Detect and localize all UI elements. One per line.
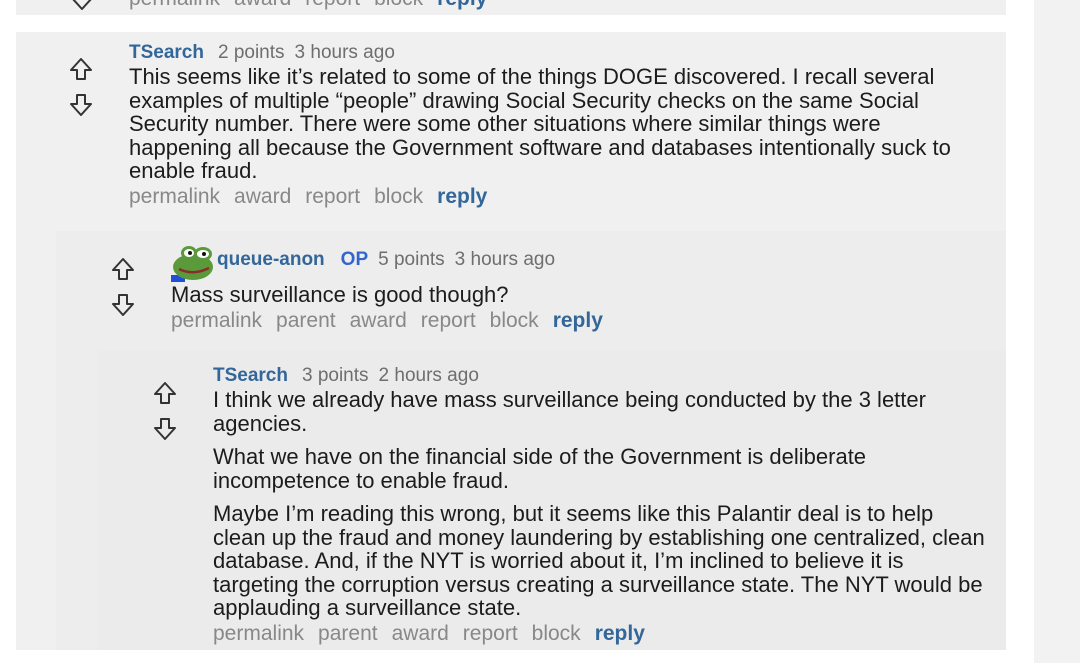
comment-body: TSearch 3 points 2 hours ago I think we … <box>213 365 988 646</box>
op-badge: OP <box>340 249 369 270</box>
report-link[interactable]: report <box>463 622 518 646</box>
timestamp: 3 hours ago <box>294 42 395 63</box>
comment-card-previous: permalink award report block reply <box>16 0 1006 15</box>
comment-actions: permalink award report block reply <box>129 0 501 11</box>
comment-text: Mass surveillance is good though? <box>171 283 991 307</box>
upvote-icon[interactable] <box>110 256 136 282</box>
comment-meta: TSearch 3 points 2 hours ago <box>213 365 988 387</box>
comment-body: TSearch 2 points 3 hours ago This seems … <box>129 42 989 209</box>
parent-link[interactable]: parent <box>276 309 336 333</box>
comment-paragraph: I think we already have mass surveillanc… <box>213 387 926 436</box>
comment-paragraph: This seems like it’s related to some of … <box>129 64 951 183</box>
vote-column <box>151 380 179 442</box>
upvote-icon[interactable] <box>68 56 94 82</box>
comment-actions: permalink parent award report block repl… <box>171 309 991 333</box>
comment-paragraph: Mass surveillance is good though? <box>171 282 509 307</box>
author-link[interactable]: TSearch <box>213 365 288 387</box>
score: 3 points <box>301 365 369 386</box>
permalink-link[interactable]: permalink <box>129 0 220 11</box>
report-link[interactable]: report <box>305 0 360 11</box>
report-link[interactable]: report <box>421 309 476 333</box>
downvote-icon[interactable] <box>110 292 136 318</box>
author-link[interactable]: TSearch <box>129 42 204 64</box>
award-link[interactable]: award <box>234 0 291 11</box>
block-link[interactable]: block <box>532 622 581 646</box>
downvote-icon[interactable] <box>68 92 94 118</box>
timestamp: 2 hours ago <box>378 365 479 386</box>
comment-paragraph: What we have on the financial side of th… <box>213 444 867 493</box>
permalink-link[interactable]: permalink <box>213 622 304 646</box>
downvote-icon[interactable] <box>152 416 178 442</box>
right-sidebar-edge <box>1034 0 1080 663</box>
comment-actions: permalink parent award report block repl… <box>213 622 988 646</box>
upvote-icon[interactable] <box>152 380 178 406</box>
comment-thread: permalink award report block reply TSear… <box>0 0 1034 663</box>
comment-actions: permalink award report block reply <box>129 185 989 209</box>
score: 2 points <box>217 42 285 63</box>
comment-text: I think we already have mass surveillanc… <box>213 388 988 620</box>
frog-avatar-icon[interactable] <box>171 242 215 282</box>
reply-link[interactable]: reply <box>437 0 487 11</box>
comment-body: queue-anon OP 5 points 3 hours ago Mass … <box>171 240 991 333</box>
comment-card-nested: TSearch 3 points 2 hours ago I think we … <box>98 351 1006 650</box>
vote-column <box>109 256 137 318</box>
award-link[interactable]: award <box>234 185 291 209</box>
report-link[interactable]: report <box>305 185 360 209</box>
vote-column <box>68 0 96 12</box>
author-link[interactable]: queue-anon <box>217 249 325 271</box>
comment-meta: queue-anon OP 5 points 3 hours ago <box>171 240 991 282</box>
reply-link[interactable]: reply <box>553 309 603 333</box>
vote-column <box>67 56 95 118</box>
reply-link[interactable]: reply <box>595 622 645 646</box>
timestamp: 3 hours ago <box>454 249 556 270</box>
score: 5 points <box>378 249 445 270</box>
parent-link[interactable]: parent <box>318 622 378 646</box>
permalink-link[interactable]: permalink <box>171 309 262 333</box>
comment-meta: TSearch 2 points 3 hours ago <box>129 42 989 64</box>
permalink-link[interactable]: permalink <box>129 185 220 209</box>
reply-link[interactable]: reply <box>437 185 487 209</box>
comment-text: This seems like it’s related to some of … <box>129 65 989 183</box>
award-link[interactable]: award <box>392 622 449 646</box>
comment-paragraph: Maybe I’m reading this wrong, but it see… <box>213 501 985 620</box>
award-link[interactable]: award <box>350 309 407 333</box>
block-link[interactable]: block <box>490 309 539 333</box>
block-link[interactable]: block <box>374 0 423 11</box>
downvote-icon[interactable] <box>69 0 95 12</box>
block-link[interactable]: block <box>374 185 423 209</box>
